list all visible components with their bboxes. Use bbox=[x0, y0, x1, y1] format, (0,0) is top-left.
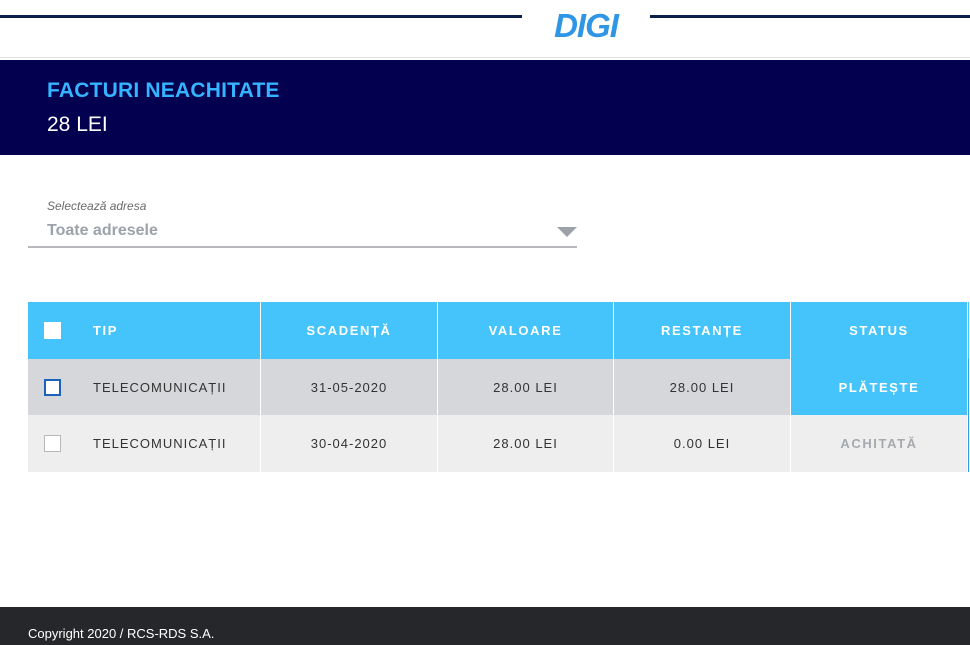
table-row[interactable]: TELECOMUNICAȚII 30-04-2020 28.00 LEI 0.0… bbox=[28, 415, 970, 472]
cell-valoare: 28.00 LEI bbox=[438, 415, 614, 472]
row-select-cell bbox=[28, 415, 79, 472]
column-header-status[interactable]: STATUS bbox=[791, 302, 968, 359]
cell-tip: TELECOMUNICAȚII bbox=[79, 359, 261, 415]
row-checkbox[interactable] bbox=[44, 435, 61, 452]
unpaid-amount: 28 LEI bbox=[47, 113, 108, 136]
column-header-scadenta[interactable]: SCADENȚĂ bbox=[261, 302, 438, 359]
page-title: FACTURI NEACHITATE bbox=[47, 79, 280, 102]
invoices-table: TIP SCADENȚĂ VALOARE RESTANȚE STATUS TEL… bbox=[28, 302, 970, 472]
logo-text: DIGI bbox=[554, 7, 620, 41]
column-header-valoare[interactable]: VALOARE bbox=[438, 302, 614, 359]
row-select-cell bbox=[28, 359, 79, 415]
page: DIGI FACTURI NEACHITATE 28 LEI Selecteaz… bbox=[0, 0, 970, 645]
top-bar: DIGI bbox=[0, 0, 970, 58]
address-select[interactable]: Selectează adresa Toate adresele bbox=[28, 198, 577, 248]
cell-valoare: 28.00 LEI bbox=[438, 359, 614, 415]
cell-scadenta: 31-05-2020 bbox=[261, 359, 438, 415]
summary-banner: FACTURI NEACHITATE 28 LEI bbox=[0, 60, 970, 155]
copyright-text: Copyright 2020 / RCS-RDS S.A. bbox=[28, 626, 215, 641]
cell-restante: 28.00 LEI bbox=[614, 359, 791, 415]
cell-tip: TELECOMUNICAȚII bbox=[79, 415, 261, 472]
table-header-row: TIP SCADENȚĂ VALOARE RESTANȚE STATUS bbox=[28, 302, 970, 359]
pay-button[interactable]: PLĂTEȘTE bbox=[791, 359, 968, 415]
table-row[interactable]: TELECOMUNICAȚII 31-05-2020 28.00 LEI 28.… bbox=[28, 359, 970, 415]
row-checkbox[interactable] bbox=[44, 378, 61, 396]
cell-scadenta: 30-04-2020 bbox=[261, 415, 438, 472]
address-select-value[interactable]: Toate adresele bbox=[47, 222, 158, 240]
header-line-right bbox=[650, 15, 970, 18]
column-header-tip[interactable]: TIP bbox=[79, 302, 261, 359]
chevron-down-icon[interactable] bbox=[557, 227, 577, 237]
address-select-label: Selectează adresa bbox=[47, 199, 147, 213]
select-all-cell bbox=[28, 302, 79, 359]
cell-restante: 0.00 LEI bbox=[614, 415, 791, 472]
select-all-checkbox[interactable] bbox=[44, 322, 61, 339]
header-line-left bbox=[0, 15, 522, 18]
footer: Copyright 2020 / RCS-RDS S.A. bbox=[0, 607, 970, 645]
digi-logo[interactable]: DIGI bbox=[530, 7, 642, 41]
column-header-restante[interactable]: RESTANȚE bbox=[614, 302, 791, 359]
paid-status: ACHITATĂ bbox=[791, 415, 968, 472]
